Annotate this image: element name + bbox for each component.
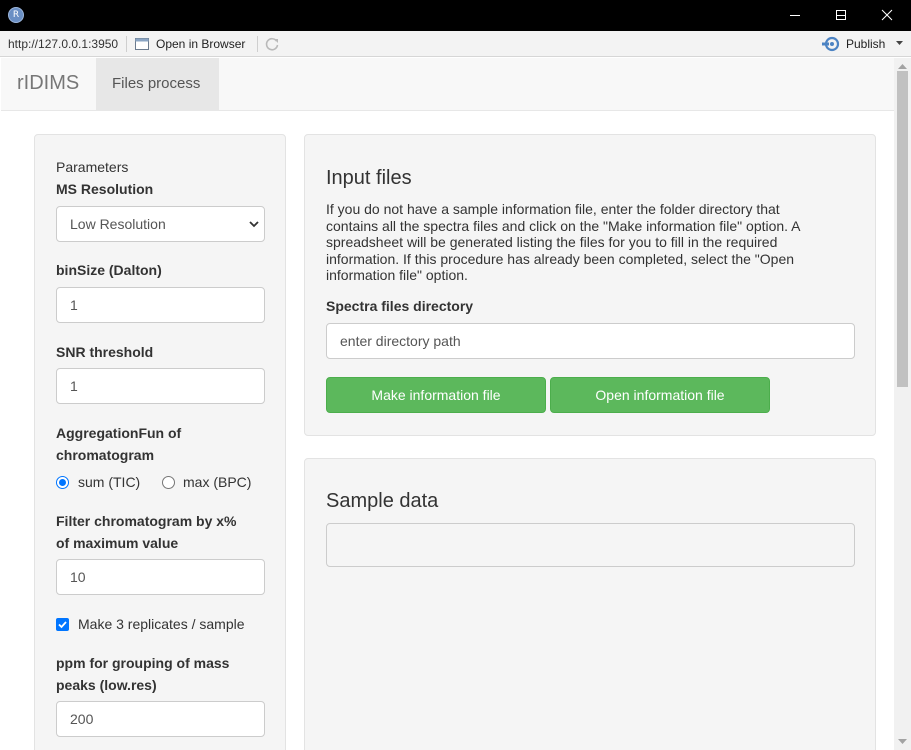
description-line: contains all the spectra files and click… [326, 217, 801, 234]
description-line: information file" option. [326, 267, 468, 284]
ppm-label: ppm for grouping of mass [56, 655, 230, 671]
ms-resolution-select[interactable]: Low Resolution [56, 206, 265, 242]
checkmark-icon [58, 621, 67, 629]
parameters-title: Parameters [56, 159, 129, 175]
description-line: spreadsheet will be generated listing th… [326, 234, 778, 251]
browser-window-icon [135, 38, 149, 50]
toolbar-divider [126, 36, 127, 52]
replicates-label[interactable]: Make 3 replicates / sample [78, 616, 245, 632]
radio-max-bpc[interactable] [162, 476, 175, 489]
close-icon [881, 9, 893, 21]
radio-sum-tic[interactable] [56, 476, 69, 489]
filter-label-line2: of maximum value [56, 535, 179, 551]
filter-label: Filter chromatogram by x% [56, 513, 237, 529]
snr-threshold-value: 1 [70, 378, 78, 394]
description-line: If you do not have a sample information … [326, 201, 780, 217]
filter-percent-value: 10 [70, 569, 86, 585]
chevron-down-icon[interactable] [896, 41, 903, 46]
scrollbar-thumb[interactable] [897, 71, 908, 387]
input-files-panel: Input files If you do not have a sample … [304, 134, 876, 436]
scroll-down-arrow-icon[interactable] [898, 739, 907, 744]
make-information-file-button[interactable]: Make information file [326, 377, 546, 413]
window-titlebar: R [0, 0, 911, 31]
aggregation-label: AggregationFun of [56, 425, 182, 441]
radio-max-bpc-label[interactable]: max (BPC) [183, 474, 251, 490]
spectra-directory-label: Spectra files directory [326, 298, 474, 314]
r-app-icon: R [8, 7, 24, 23]
publish-button[interactable]: Publish [822, 36, 906, 52]
open-information-file-label: Open information file [595, 387, 725, 403]
sample-data-title: Sample data [326, 490, 439, 512]
tab-files-process[interactable]: Files process [96, 58, 219, 111]
binsize-input[interactable]: 1 [56, 287, 265, 323]
sample-data-output [326, 523, 855, 567]
replicates-checkbox[interactable] [56, 618, 69, 631]
spectra-directory-input[interactable]: enter directory path [326, 323, 855, 359]
viewer-toolbar: http://127.0.0.1:3950 Open in Browser Pu… [0, 31, 911, 57]
open-in-browser-label: Open in Browser [156, 37, 246, 51]
close-button[interactable] [864, 0, 910, 31]
input-files-description: If you do not have a sample information … [326, 201, 801, 284]
chevron-down-icon [249, 221, 259, 228]
publish-label: Publish [846, 37, 886, 51]
spectra-directory-placeholder: enter directory path [340, 333, 461, 349]
ms-resolution-value: Low Resolution [70, 216, 166, 232]
make-information-file-label: Make information file [371, 387, 501, 403]
minimize-icon [790, 15, 800, 16]
url-text: http://127.0.0.1:3950 [8, 37, 119, 51]
open-information-file-button[interactable]: Open information file [550, 377, 770, 413]
sample-data-panel: Sample data [304, 458, 876, 750]
vertical-scrollbar[interactable] [894, 58, 911, 750]
app-icon-letter: R [12, 10, 20, 20]
ppm-label-line2: peaks (low.res) [56, 677, 157, 693]
toolbar-divider [257, 36, 258, 52]
snr-threshold-label: SNR threshold [56, 344, 154, 360]
snr-threshold-input[interactable]: 1 [56, 368, 265, 404]
maximize-icon [836, 10, 846, 20]
binsize-value: 1 [70, 297, 78, 313]
tab-files-process-label: Files process [112, 75, 201, 92]
refresh-icon[interactable] [264, 36, 280, 52]
app-navbar: rIDIMS Files process [1, 58, 894, 111]
radio-sum-tic-label[interactable]: sum (TIC) [78, 474, 140, 490]
description-line: information. If this procedure has alrea… [326, 250, 795, 267]
app-brand[interactable]: rIDIMS [17, 72, 79, 95]
maximize-button[interactable] [818, 0, 864, 31]
scroll-up-arrow-icon[interactable] [898, 64, 907, 69]
ms-resolution-label: MS Resolution [56, 181, 154, 197]
ppm-value: 200 [70, 711, 94, 727]
minimize-button-area[interactable] [772, 0, 818, 31]
parameters-panel: Parameters MS Resolution Low Resolution … [34, 134, 286, 750]
ppm-input[interactable]: 200 [56, 701, 265, 737]
input-files-title: Input files [326, 167, 412, 189]
publish-icon [822, 36, 840, 52]
filter-percent-input[interactable]: 10 [56, 559, 265, 595]
binsize-label: binSize (Dalton) [56, 262, 162, 278]
aggregation-label-line2: chromatogram [56, 447, 155, 463]
